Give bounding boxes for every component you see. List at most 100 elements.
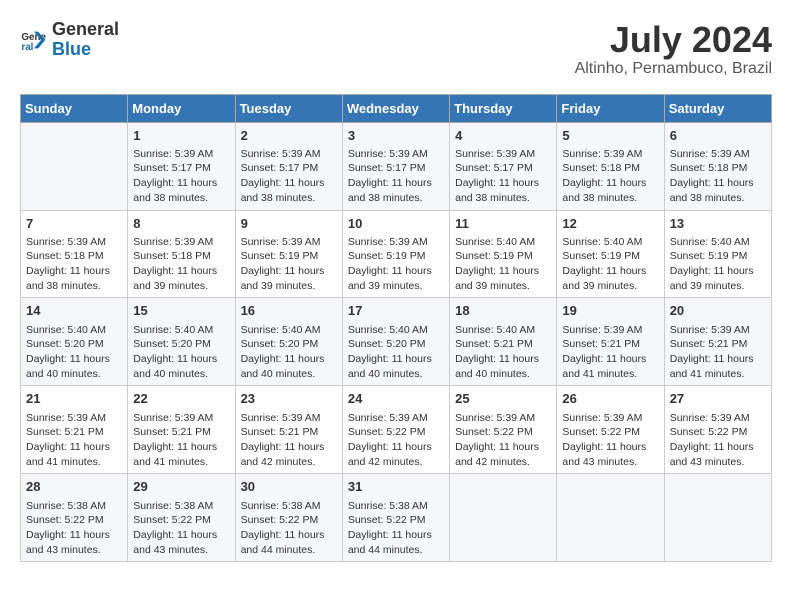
header-friday: Friday: [557, 94, 664, 122]
day-cell: 25 Sunrise: 5:39 AM Sunset: 5:22 PM Dayli…: [450, 386, 557, 474]
day-cell: 12 Sunrise: 5:40 AM Sunset: 5:19 PM Dayli…: [557, 210, 664, 298]
day-number: 5: [562, 127, 658, 145]
day-info: Sunrise: 5:39 AM Sunset: 5:19 PM Dayligh…: [241, 235, 337, 294]
day-cell: [664, 474, 771, 562]
day-cell: 13 Sunrise: 5:40 AM Sunset: 5:19 PM Dayli…: [664, 210, 771, 298]
day-cell: 5 Sunrise: 5:39 AM Sunset: 5:18 PM Daylig…: [557, 122, 664, 210]
day-info: Sunrise: 5:40 AM Sunset: 5:19 PM Dayligh…: [562, 235, 658, 294]
day-info: Sunrise: 5:39 AM Sunset: 5:21 PM Dayligh…: [562, 323, 658, 382]
day-number: 4: [455, 127, 551, 145]
header-row: SundayMondayTuesdayWednesdayThursdayFrid…: [21, 94, 772, 122]
header-tuesday: Tuesday: [235, 94, 342, 122]
day-cell: 30Sunrise: 5:38 AM Sunset: 5:22 PM Dayli…: [235, 474, 342, 562]
header-saturday: Saturday: [664, 94, 771, 122]
day-number: 2: [241, 127, 337, 145]
week-row-5: 28 Sunrise: 5:38 AM Sunset: 5:22 PM Dayli…: [21, 474, 772, 562]
day-cell: 31 Sunrise: 5:38 AM Sunset: 5:22 PM Dayli…: [342, 474, 449, 562]
day-number: 29: [133, 478, 229, 496]
day-cell: 15 Sunrise: 5:40 AM Sunset: 5:20 PM Dayli…: [128, 298, 235, 386]
svg-text:ral: ral: [21, 42, 33, 53]
day-number: 13: [670, 215, 766, 233]
day-cell: 8 Sunrise: 5:39 AM Sunset: 5:18 PM Daylig…: [128, 210, 235, 298]
day-cell: 19 Sunrise: 5:39 AM Sunset: 5:21 PM Dayli…: [557, 298, 664, 386]
day-number: 6: [670, 127, 766, 145]
day-cell: 11 Sunrise: 5:40 AM Sunset: 5:19 PM Dayli…: [450, 210, 557, 298]
calendar-body: 1Sunrise: 5:39 AM Sunset: 5:17 PM Daylig…: [21, 122, 772, 562]
day-number: 12: [562, 215, 658, 233]
day-info: Sunrise: 5:39 AM Sunset: 5:17 PM Dayligh…: [348, 147, 444, 206]
day-info: Sunrise: 5:39 AM Sunset: 5:19 PM Dayligh…: [348, 235, 444, 294]
day-info: Sunrise: 5:39 AM Sunset: 5:21 PM Dayligh…: [670, 323, 766, 382]
day-cell: 1Sunrise: 5:39 AM Sunset: 5:17 PM Daylig…: [128, 122, 235, 210]
day-number: 28: [26, 478, 122, 496]
day-cell: [557, 474, 664, 562]
day-cell: 3 Sunrise: 5:39 AM Sunset: 5:17 PM Daylig…: [342, 122, 449, 210]
day-cell: 4Sunrise: 5:39 AM Sunset: 5:17 PM Daylig…: [450, 122, 557, 210]
day-cell: 6 Sunrise: 5:39 AM Sunset: 5:18 PM Daylig…: [664, 122, 771, 210]
day-cell: 29Sunrise: 5:38 AM Sunset: 5:22 PM Dayli…: [128, 474, 235, 562]
page-header: Gene ral General Blue July 2024 Altinho,…: [20, 20, 772, 78]
day-info: Sunrise: 5:39 AM Sunset: 5:18 PM Dayligh…: [670, 147, 766, 206]
day-info: Sunrise: 5:39 AM Sunset: 5:18 PM Dayligh…: [562, 147, 658, 206]
week-row-2: 7Sunrise: 5:39 AM Sunset: 5:18 PM Daylig…: [21, 210, 772, 298]
day-info: Sunrise: 5:39 AM Sunset: 5:18 PM Dayligh…: [26, 235, 122, 294]
day-info: Sunrise: 5:40 AM Sunset: 5:21 PM Dayligh…: [455, 323, 551, 382]
day-number: 18: [455, 302, 551, 320]
logo: Gene ral General Blue: [20, 20, 119, 60]
day-info: Sunrise: 5:39 AM Sunset: 5:18 PM Dayligh…: [133, 235, 229, 294]
day-info: Sunrise: 5:38 AM Sunset: 5:22 PM Dayligh…: [26, 499, 122, 558]
day-cell: 28 Sunrise: 5:38 AM Sunset: 5:22 PM Dayli…: [21, 474, 128, 562]
day-number: 31: [348, 478, 444, 496]
day-number: 15: [133, 302, 229, 320]
title-area: July 2024 Altinho, Pernambuco, Brazil: [575, 20, 772, 78]
day-number: 11: [455, 215, 551, 233]
day-number: 19: [562, 302, 658, 320]
header-sunday: Sunday: [21, 94, 128, 122]
calendar-header: SundayMondayTuesdayWednesdayThursdayFrid…: [21, 94, 772, 122]
day-info: Sunrise: 5:39 AM Sunset: 5:22 PM Dayligh…: [670, 411, 766, 470]
day-info: Sunrise: 5:38 AM Sunset: 5:22 PM Dayligh…: [241, 499, 337, 558]
day-info: Sunrise: 5:39 AM Sunset: 5:21 PM Dayligh…: [133, 411, 229, 470]
week-row-4: 21 Sunrise: 5:39 AM Sunset: 5:21 PM Dayli…: [21, 386, 772, 474]
day-number: 25: [455, 390, 551, 408]
day-cell: 9Sunrise: 5:39 AM Sunset: 5:19 PM Daylig…: [235, 210, 342, 298]
week-row-3: 14 Sunrise: 5:40 AM Sunset: 5:20 PM Dayli…: [21, 298, 772, 386]
day-number: 23: [241, 390, 337, 408]
day-number: 3: [348, 127, 444, 145]
day-cell: 17Sunrise: 5:40 AM Sunset: 5:20 PM Dayli…: [342, 298, 449, 386]
day-cell: 26Sunrise: 5:39 AM Sunset: 5:22 PM Dayli…: [557, 386, 664, 474]
month-title: July 2024: [575, 20, 772, 60]
day-cell: 7Sunrise: 5:39 AM Sunset: 5:18 PM Daylig…: [21, 210, 128, 298]
day-cell: 2 Sunrise: 5:39 AM Sunset: 5:17 PM Daylig…: [235, 122, 342, 210]
week-row-1: 1Sunrise: 5:39 AM Sunset: 5:17 PM Daylig…: [21, 122, 772, 210]
day-info: Sunrise: 5:39 AM Sunset: 5:17 PM Dayligh…: [241, 147, 337, 206]
day-cell: [21, 122, 128, 210]
calendar-table: SundayMondayTuesdayWednesdayThursdayFrid…: [20, 94, 772, 563]
day-info: Sunrise: 5:40 AM Sunset: 5:19 PM Dayligh…: [455, 235, 551, 294]
day-cell: 18 Sunrise: 5:40 AM Sunset: 5:21 PM Dayli…: [450, 298, 557, 386]
logo-general: General: [52, 19, 119, 39]
location: Altinho, Pernambuco, Brazil: [575, 60, 772, 78]
day-number: 10: [348, 215, 444, 233]
day-cell: 16Sunrise: 5:40 AM Sunset: 5:20 PM Dayli…: [235, 298, 342, 386]
day-number: 27: [670, 390, 766, 408]
day-cell: 10 Sunrise: 5:39 AM Sunset: 5:19 PM Dayli…: [342, 210, 449, 298]
day-cell: [450, 474, 557, 562]
day-number: 14: [26, 302, 122, 320]
day-info: Sunrise: 5:39 AM Sunset: 5:21 PM Dayligh…: [241, 411, 337, 470]
day-number: 20: [670, 302, 766, 320]
day-info: Sunrise: 5:38 AM Sunset: 5:22 PM Dayligh…: [348, 499, 444, 558]
day-info: Sunrise: 5:40 AM Sunset: 5:20 PM Dayligh…: [133, 323, 229, 382]
day-cell: 27 Sunrise: 5:39 AM Sunset: 5:22 PM Dayli…: [664, 386, 771, 474]
logo-blue: Blue: [52, 40, 119, 60]
day-cell: 21Sunrise: 5:39 AM Sunset: 5:21 PM Dayli…: [21, 386, 128, 474]
day-number: 21: [26, 390, 122, 408]
day-info: Sunrise: 5:40 AM Sunset: 5:20 PM Dayligh…: [348, 323, 444, 382]
day-info: Sunrise: 5:39 AM Sunset: 5:22 PM Dayligh…: [562, 411, 658, 470]
day-number: 8: [133, 215, 229, 233]
day-info: Sunrise: 5:40 AM Sunset: 5:19 PM Dayligh…: [670, 235, 766, 294]
day-cell: 23 Sunrise: 5:39 AM Sunset: 5:21 PM Dayli…: [235, 386, 342, 474]
header-wednesday: Wednesday: [342, 94, 449, 122]
day-info: Sunrise: 5:40 AM Sunset: 5:20 PM Dayligh…: [241, 323, 337, 382]
day-info: Sunrise: 5:39 AM Sunset: 5:22 PM Dayligh…: [455, 411, 551, 470]
